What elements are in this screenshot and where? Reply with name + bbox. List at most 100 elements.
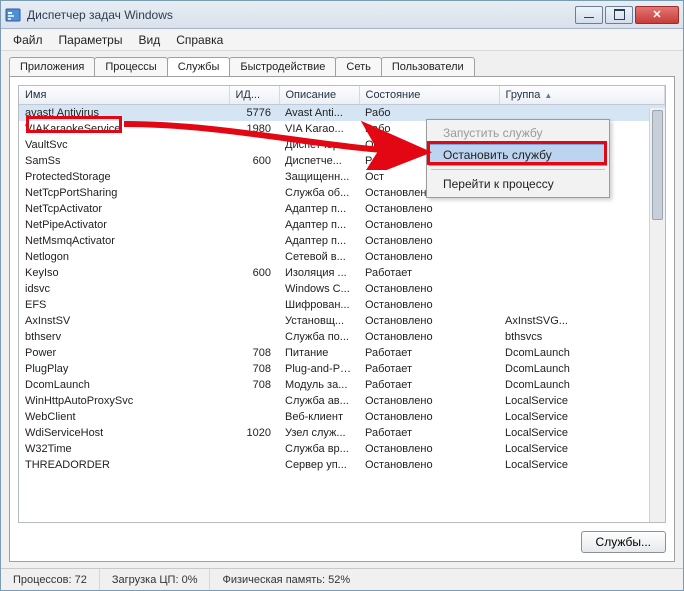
cell-state: Остановлено bbox=[359, 457, 499, 473]
cell-id: 708 bbox=[229, 345, 279, 361]
table-row[interactable]: NetMsmqActivatorАдаптер п...Остановлено bbox=[19, 233, 665, 249]
tab-services[interactable]: Службы bbox=[167, 57, 231, 76]
cell-group: LocalService bbox=[499, 457, 665, 473]
cell-name: W32Time bbox=[19, 441, 229, 457]
table-row[interactable]: AxInstSVУстановщ...ОстановленоAxInstSVG.… bbox=[19, 313, 665, 329]
table-row[interactable]: WebClientВеб-клиентОстановленоLocalServi… bbox=[19, 409, 665, 425]
table-row[interactable]: NetTcpActivatorАдаптер п...Остановлено bbox=[19, 201, 665, 217]
cell-desc: Plug-and-Play bbox=[279, 361, 359, 377]
cell-name: NetMsmqActivator bbox=[19, 233, 229, 249]
cell-id bbox=[229, 249, 279, 265]
ctx-goto-process[interactable]: Перейти к процессу bbox=[429, 173, 607, 195]
table-row[interactable]: KeyIso600Изоляция ...Работает bbox=[19, 265, 665, 281]
cell-name: PlugPlay bbox=[19, 361, 229, 377]
menu-view[interactable]: Вид bbox=[130, 29, 168, 50]
cell-group: DcomLaunch bbox=[499, 361, 665, 377]
cell-id bbox=[229, 297, 279, 313]
menu-help[interactable]: Справка bbox=[168, 29, 231, 50]
cell-state: Работает bbox=[359, 361, 499, 377]
cell-desc: Сетевой в... bbox=[279, 249, 359, 265]
table-row[interactable]: Power708ПитаниеРаботаетDcomLaunch bbox=[19, 345, 665, 361]
cell-id bbox=[229, 313, 279, 329]
statusbar: Процессов: 72 Загрузка ЦП: 0% Физическая… bbox=[1, 568, 683, 590]
table-row[interactable]: EFSШифрован...Остановлено bbox=[19, 297, 665, 313]
cell-desc: Изоляция ... bbox=[279, 265, 359, 281]
table-row[interactable]: PlugPlay708Plug-and-PlayРаботаетDcomLaun… bbox=[19, 361, 665, 377]
column-id[interactable]: ИД... bbox=[229, 86, 279, 105]
cell-state: Остановлено bbox=[359, 249, 499, 265]
cell-desc: Служба по... bbox=[279, 329, 359, 345]
ctx-stop-service[interactable]: Остановить службу bbox=[429, 144, 607, 166]
column-description[interactable]: Описание bbox=[279, 86, 359, 105]
cell-desc: Установщ... bbox=[279, 313, 359, 329]
menu-options[interactable]: Параметры bbox=[51, 29, 131, 50]
cell-state: Остановлено bbox=[359, 233, 499, 249]
tab-processes[interactable]: Процессы bbox=[94, 57, 167, 76]
cell-id bbox=[229, 137, 279, 153]
cell-id bbox=[229, 233, 279, 249]
cell-name: bthserv bbox=[19, 329, 229, 345]
cell-name: SamSs bbox=[19, 153, 229, 169]
cell-group bbox=[499, 265, 665, 281]
cell-group: LocalService bbox=[499, 425, 665, 441]
cell-id bbox=[229, 441, 279, 457]
ctx-start-service[interactable]: Запустить службу bbox=[429, 122, 607, 144]
cell-name: avast! Antivirus bbox=[19, 105, 229, 121]
table-row[interactable]: WdiServiceHost1020Узел служ...РаботаетLo… bbox=[19, 425, 665, 441]
cell-name: VaultSvc bbox=[19, 137, 229, 153]
cell-state: Остановлено bbox=[359, 313, 499, 329]
status-memory: Физическая память: 52% bbox=[210, 569, 683, 590]
column-name[interactable]: Имя bbox=[19, 86, 229, 105]
app-icon bbox=[5, 7, 21, 23]
cell-id bbox=[229, 217, 279, 233]
cell-group bbox=[499, 249, 665, 265]
table-row[interactable]: idsvcWindows C...Остановлено bbox=[19, 281, 665, 297]
cell-id bbox=[229, 393, 279, 409]
cell-desc: Шифрован... bbox=[279, 297, 359, 313]
cell-desc: Питание bbox=[279, 345, 359, 361]
minimize-button[interactable] bbox=[575, 6, 603, 24]
maximize-button[interactable] bbox=[605, 6, 633, 24]
cell-name: NetPipeActivator bbox=[19, 217, 229, 233]
cell-state: Остановлено bbox=[359, 297, 499, 313]
table-row[interactable]: WinHttpAutoProxySvcСлужба ав...Остановле… bbox=[19, 393, 665, 409]
tab-users[interactable]: Пользователи bbox=[381, 57, 475, 76]
menu-file[interactable]: Файл bbox=[5, 29, 51, 50]
cell-desc: Веб-клиент bbox=[279, 409, 359, 425]
vertical-scrollbar[interactable] bbox=[649, 108, 665, 522]
ctx-separator bbox=[431, 169, 605, 170]
cell-group: bthsvcs bbox=[499, 329, 665, 345]
table-row[interactable]: NetlogonСетевой в...Остановлено bbox=[19, 249, 665, 265]
tab-performance[interactable]: Быстродействие bbox=[229, 57, 336, 76]
cell-desc: Windows C... bbox=[279, 281, 359, 297]
cell-state: Остановлено bbox=[359, 281, 499, 297]
column-state[interactable]: Состояние bbox=[359, 86, 499, 105]
cell-name: WdiServiceHost bbox=[19, 425, 229, 441]
cell-group bbox=[499, 233, 665, 249]
cell-id: 5776 bbox=[229, 105, 279, 121]
cell-desc: Адаптер п... bbox=[279, 201, 359, 217]
table-row[interactable]: NetPipeActivatorАдаптер п...Остановлено bbox=[19, 217, 665, 233]
table-row[interactable]: THREADORDERСервер уп...ОстановленоLocalS… bbox=[19, 457, 665, 473]
cell-name: THREADORDER bbox=[19, 457, 229, 473]
close-button[interactable] bbox=[635, 6, 679, 24]
cell-name: AxInstSV bbox=[19, 313, 229, 329]
cell-name: ProtectedStorage bbox=[19, 169, 229, 185]
scrollbar-thumb[interactable] bbox=[652, 110, 663, 220]
cell-id bbox=[229, 281, 279, 297]
cell-group: LocalService bbox=[499, 441, 665, 457]
table-row[interactable]: W32TimeСлужба вр...ОстановленоLocalServi… bbox=[19, 441, 665, 457]
cell-state: Остановлено bbox=[359, 201, 499, 217]
cell-group bbox=[499, 281, 665, 297]
table-row[interactable]: bthservСлужба по...Остановленоbthsvcs bbox=[19, 329, 665, 345]
cell-id bbox=[229, 201, 279, 217]
column-group[interactable]: Группа bbox=[499, 86, 665, 105]
cell-state: Остановлено bbox=[359, 409, 499, 425]
cell-state: Работает bbox=[359, 377, 499, 393]
table-row[interactable]: DcomLaunch708Модуль за...РаботаетDcomLau… bbox=[19, 377, 665, 393]
window-controls bbox=[575, 6, 679, 24]
cell-state: Работает bbox=[359, 425, 499, 441]
services-button[interactable]: Службы... bbox=[581, 531, 666, 553]
tab-applications[interactable]: Приложения bbox=[9, 57, 95, 76]
tab-network[interactable]: Сеть bbox=[335, 57, 381, 76]
